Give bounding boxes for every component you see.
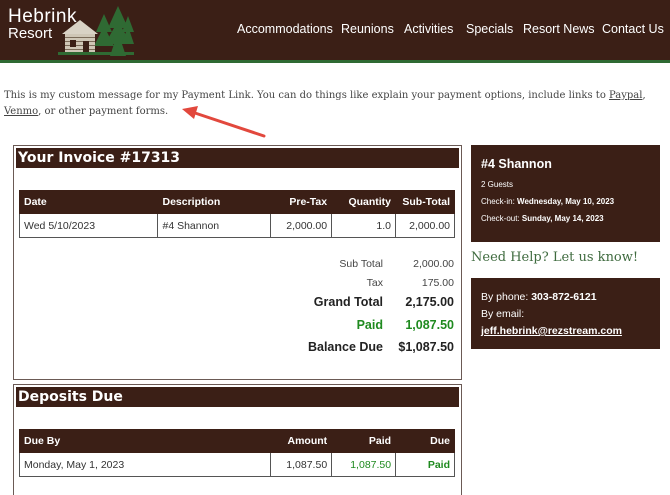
annotation-arrow-icon: [182, 106, 266, 138]
booking-unit-name: #4 Shannon: [481, 157, 552, 171]
nav-reunions[interactable]: Reunions: [341, 22, 394, 36]
checkin-label: Check-in:: [481, 197, 515, 206]
contact-box: By phone: 303-872-6121 By email: jeff.he…: [471, 278, 660, 349]
col-due: Due: [395, 429, 455, 453]
col-quantity: Quantity: [331, 190, 397, 214]
invoice-line-items-table: Date Description Pre-Tax Quantity Sub-To…: [18, 190, 455, 238]
invoice-panel: Your Invoice #17313 Date Description Pre…: [13, 145, 462, 380]
email-link[interactable]: jeff.hebrink@rezstream.com: [481, 325, 622, 337]
email-label: By email:: [481, 308, 525, 320]
row-date: Wed 5/10/2023: [18, 213, 159, 238]
nav-contact-us[interactable]: Contact Us: [602, 22, 664, 36]
col-pretax: Pre-Tax: [270, 190, 333, 214]
paypal-link[interactable]: Paypal: [609, 90, 642, 101]
booking-checkout: Check-out: Sunday, May 14, 2023: [481, 214, 604, 223]
phone-label: By phone:: [481, 291, 529, 303]
paid-value: 1,087.50: [405, 318, 454, 332]
booking-guests: 2 Guests: [481, 180, 514, 189]
balance-due-label: Balance Due: [307, 340, 383, 354]
grand-total-label: Grand Total: [313, 295, 383, 309]
site-header: Hebrink Resort Accommodations Reunions A…: [0, 0, 670, 60]
checkout-value: Sunday, May 14, 2023: [521, 214, 604, 223]
col-due-by: Due By: [18, 429, 272, 453]
phone-link[interactable]: 303-872-6121: [531, 291, 596, 303]
tax-label: Tax: [366, 277, 383, 289]
row-description: #4 Shannon: [157, 213, 272, 238]
nav-specials[interactable]: Specials: [466, 22, 513, 36]
col-paid: Paid: [331, 429, 397, 453]
booking-checkin: Check-in: Wednesday, May 10, 2023: [481, 197, 614, 206]
col-subtotal: Sub-Total: [395, 190, 455, 214]
message-text-1: This is my custom message for my Payment…: [4, 90, 610, 101]
grand-total-value: 2,175.00: [405, 295, 454, 309]
deposits-table: Due By Amount Paid Due Monday, May 1, 20…: [18, 429, 455, 477]
col-amount: Amount: [270, 429, 333, 453]
row-pretax: 2,000.00: [270, 213, 333, 238]
nav-activities[interactable]: Activities: [404, 22, 453, 36]
row-subtotal: 2,000.00: [395, 213, 455, 238]
deposits-table-header: Due By Amount Paid Due: [18, 429, 455, 453]
col-description: Description: [157, 190, 272, 214]
nav-accommodations[interactable]: Accommodations: [237, 22, 333, 36]
paid-label: Paid: [356, 318, 383, 332]
deposits-panel: Deposits Due Due By Amount Paid Due Mond…: [13, 384, 462, 495]
header-accent-stripe: [0, 60, 670, 63]
invoice-title: Your Invoice #17313: [16, 148, 459, 168]
message-text-2: , or other payment forms.: [38, 106, 169, 117]
nav-resort-news[interactable]: Resort News: [523, 22, 595, 36]
help-heading: Need Help? Let us know!: [471, 250, 639, 265]
main-nav: Accommodations Reunions Activities Speci…: [0, 22, 670, 40]
deposit-due-by: Monday, May 1, 2023: [18, 452, 272, 477]
booking-summary-box: #4 Shannon 2 Guests Check-in: Wednesday,…: [471, 145, 660, 242]
message-separator: ,: [642, 90, 646, 101]
deposits-title: Deposits Due: [16, 387, 459, 407]
table-row: Monday, May 1, 2023 1,087.50 1,087.50 Pa…: [18, 452, 455, 477]
checkin-value: Wednesday, May 10, 2023: [517, 197, 615, 206]
invoice-totals: Sub Total 2,000.00 Tax 175.00 Grand Tota…: [14, 254, 461, 364]
col-date: Date: [18, 190, 159, 214]
deposit-due-status: Paid: [395, 452, 455, 477]
venmo-link[interactable]: Venmo: [4, 106, 38, 117]
deposit-paid: 1,087.50: [331, 452, 397, 477]
row-quantity: 1.0: [331, 213, 397, 238]
tax-value: 175.00: [421, 277, 454, 289]
balance-due-value: $1,087.50: [398, 340, 454, 354]
contact-phone: By phone: 303-872-6121: [481, 291, 597, 303]
checkout-label: Check-out:: [481, 214, 520, 223]
invoice-table-header: Date Description Pre-Tax Quantity Sub-To…: [18, 190, 455, 214]
deposit-amount: 1,087.50: [270, 452, 333, 477]
subtotal-label: Sub Total: [339, 258, 383, 270]
custom-payment-message: This is my custom message for my Payment…: [4, 88, 666, 120]
table-row: Wed 5/10/2023 #4 Shannon 2,000.00 1.0 2,…: [18, 213, 455, 238]
subtotal-value: 2,000.00: [413, 258, 454, 270]
